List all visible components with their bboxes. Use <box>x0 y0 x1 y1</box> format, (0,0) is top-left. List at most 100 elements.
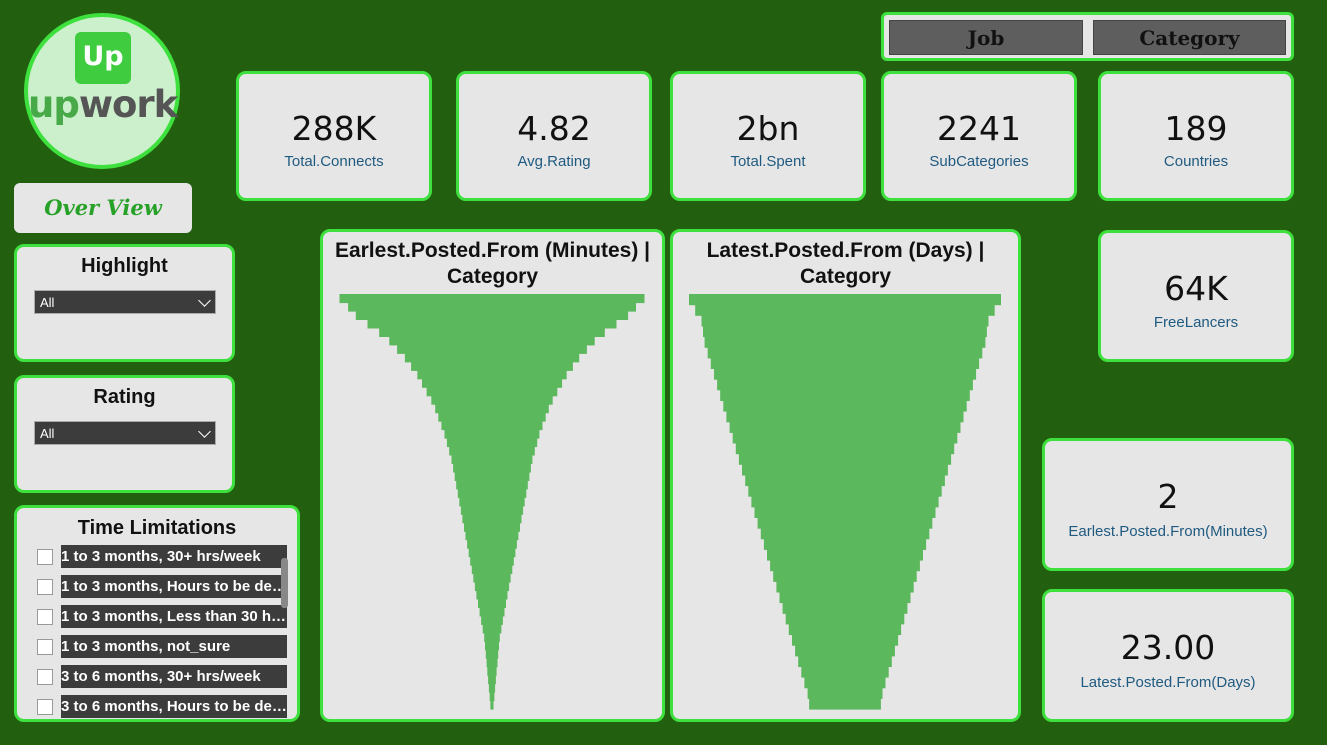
checkbox[interactable] <box>37 669 53 685</box>
time-limitation-option[interactable]: 3 to 6 months, Hours to be determined <box>37 695 287 719</box>
funnel-bar[interactable] <box>488 675 496 685</box>
highlight-dropdown[interactable]: All <box>34 290 216 314</box>
funnel-bar[interactable] <box>488 683 496 693</box>
funnel-bar[interactable] <box>751 496 939 508</box>
funnel-bar[interactable] <box>748 485 942 497</box>
checkbox[interactable] <box>37 609 53 625</box>
funnel-bar[interactable] <box>467 539 517 549</box>
funnel-bar[interactable] <box>760 528 930 540</box>
funnel-bar[interactable] <box>462 514 522 524</box>
funnel-bar[interactable] <box>723 400 967 412</box>
funnel-bar[interactable] <box>735 443 955 455</box>
funnel-bar[interactable] <box>788 623 902 636</box>
funnel-bar[interactable] <box>763 538 927 550</box>
funnel-bar[interactable] <box>704 336 986 348</box>
funnel-bar[interactable] <box>490 700 494 710</box>
checkbox[interactable] <box>37 699 53 715</box>
job-button[interactable]: Job <box>889 20 1083 55</box>
funnel-bar[interactable] <box>481 615 503 625</box>
funnel-bar[interactable] <box>689 294 1001 306</box>
funnel-bar[interactable] <box>714 368 977 380</box>
funnel-bar[interactable] <box>485 641 499 651</box>
funnel-bar[interactable] <box>460 505 524 515</box>
time-limitation-option[interactable]: 1 to 3 months, Less than 30 hrs/week <box>37 605 287 635</box>
funnel-bar[interactable] <box>482 624 502 634</box>
funnel-bar[interactable] <box>459 497 525 507</box>
funnel-bar[interactable] <box>473 573 511 583</box>
funnel-bar[interactable] <box>417 370 567 380</box>
funnel-bar[interactable] <box>379 327 605 337</box>
funnel-bar[interactable] <box>776 581 914 593</box>
funnel-bar[interactable] <box>729 421 961 433</box>
funnel-bar[interactable] <box>435 404 549 414</box>
funnel-bar[interactable] <box>339 294 645 304</box>
funnel-bar[interactable] <box>404 353 580 363</box>
funnel-bar[interactable] <box>804 677 886 689</box>
funnel-bar[interactable] <box>449 446 535 456</box>
funnel-bar[interactable] <box>757 517 933 529</box>
funnel-bar[interactable] <box>479 607 505 617</box>
funnel-bar[interactable] <box>438 412 546 422</box>
funnel-bar[interactable] <box>732 432 958 444</box>
overview-button[interactable]: Over View <box>14 183 192 233</box>
funnel-bar[interactable] <box>464 522 520 532</box>
time-limitation-option[interactable]: 1 to 3 months, not_sure <box>37 635 287 665</box>
funnel-bar[interactable] <box>454 471 530 481</box>
funnel-bar[interactable] <box>710 357 980 369</box>
funnel-bar[interactable] <box>487 666 497 676</box>
funnel-bar[interactable] <box>798 655 892 667</box>
funnel-bar[interactable] <box>745 474 945 487</box>
funnel-bar[interactable] <box>767 549 923 561</box>
funnel-bar[interactable] <box>707 347 983 359</box>
checkbox[interactable] <box>37 639 53 655</box>
funnel-bar[interactable] <box>485 649 499 659</box>
funnel-bar[interactable] <box>703 325 987 338</box>
funnel-bar[interactable] <box>441 421 543 431</box>
funnel-bar[interactable] <box>742 464 948 476</box>
funnel-bar[interactable] <box>807 687 883 699</box>
category-button[interactable]: Category <box>1093 20 1286 55</box>
funnel-bar[interactable] <box>717 379 973 391</box>
funnel-bar[interactable] <box>779 591 911 604</box>
funnel-bar[interactable] <box>355 310 629 320</box>
funnel-bar[interactable] <box>486 658 498 668</box>
checkbox[interactable] <box>37 549 53 565</box>
funnel-bar[interactable] <box>484 632 500 642</box>
funnel-bar[interactable] <box>456 480 528 490</box>
funnel-bar[interactable] <box>782 602 908 614</box>
funnel-bar[interactable] <box>411 361 573 371</box>
funnel-bar[interactable] <box>478 598 506 608</box>
funnel-bar[interactable] <box>451 454 533 464</box>
funnel-bar[interactable] <box>446 438 538 448</box>
checkbox[interactable] <box>37 579 53 595</box>
funnel-bar[interactable] <box>367 319 617 329</box>
funnel-bar[interactable] <box>773 570 917 582</box>
funnel-bar[interactable] <box>389 336 595 346</box>
funnel-bar[interactable] <box>474 582 510 592</box>
funnel-bar[interactable] <box>701 315 989 327</box>
funnel-bar[interactable] <box>726 411 964 423</box>
funnel-bar[interactable] <box>397 344 587 354</box>
funnel-bar[interactable] <box>785 613 905 625</box>
time-limitation-option[interactable]: 1 to 3 months, Hours to be determined <box>37 575 287 605</box>
funnel-bar[interactable] <box>770 560 920 572</box>
funnel-bar[interactable] <box>754 506 936 518</box>
funnel-bar[interactable] <box>457 488 527 498</box>
funnel-bar[interactable] <box>795 645 895 657</box>
funnel-bar[interactable] <box>471 565 513 575</box>
funnel-bar[interactable] <box>476 590 508 600</box>
funnel-bar[interactable] <box>720 389 970 401</box>
funnel-bar[interactable] <box>470 556 514 566</box>
funnel-bar[interactable] <box>348 302 636 312</box>
funnel-bar[interactable] <box>426 387 558 397</box>
funnel-bar[interactable] <box>465 531 519 541</box>
funnel-bar[interactable] <box>489 692 495 702</box>
time-limitation-option[interactable]: 3 to 6 months, 30+ hrs/week <box>37 665 287 695</box>
rating-dropdown[interactable]: All <box>34 421 216 445</box>
funnel-bar[interactable] <box>792 634 899 646</box>
funnel-bar[interactable] <box>695 304 995 316</box>
funnel-bar[interactable] <box>801 666 889 678</box>
funnel-bar[interactable] <box>468 548 516 558</box>
funnel-bar[interactable] <box>444 429 540 439</box>
funnel-bar[interactable] <box>738 453 952 465</box>
